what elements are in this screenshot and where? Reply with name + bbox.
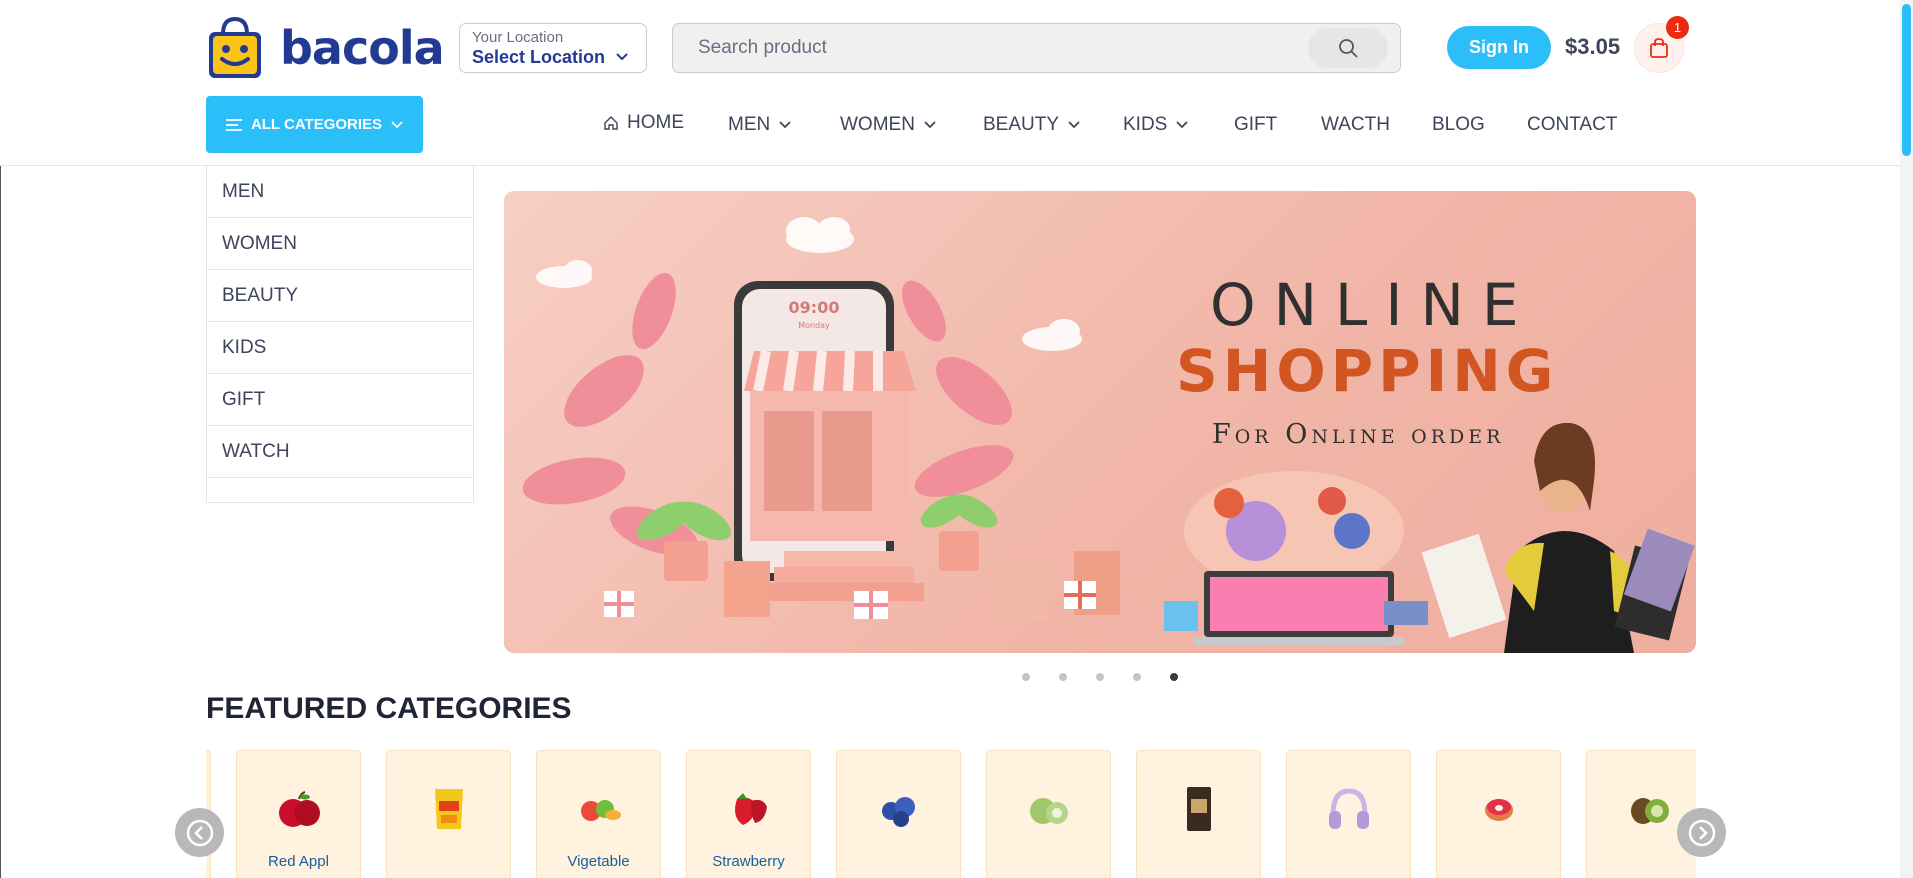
home-icon — [604, 116, 618, 130]
category-card[interactable] — [386, 750, 511, 878]
nav-label: BEAUTY — [983, 114, 1060, 135]
category-card[interactable] — [1286, 750, 1411, 878]
nav-label: GIFT — [1234, 114, 1278, 135]
category-card[interactable] — [1586, 750, 1696, 878]
vegetable-icon — [575, 785, 623, 833]
carousel-prev-button[interactable] — [175, 808, 224, 857]
category-card[interactable]: Red Appl — [236, 750, 361, 878]
category-card[interactable] — [986, 750, 1111, 878]
nav-label: WACTH — [1321, 114, 1390, 135]
search-icon — [1339, 39, 1358, 58]
category-item-gift[interactable]: GIFT — [207, 374, 473, 426]
category-card-label: Strawberry — [712, 853, 785, 870]
headphones-icon — [1325, 785, 1373, 833]
location-value-row: Select Location — [472, 46, 634, 68]
sign-in-button[interactable]: Sign In — [1447, 26, 1551, 69]
strawberry-icon — [725, 785, 773, 833]
banner-illustration: 09:00 Monday — [522, 217, 1695, 653]
hero-banner[interactable]: 09:00 Monday ONLINE SHOPPING For Online … — [504, 191, 1696, 653]
custard-apple-icon — [1025, 785, 1073, 833]
nav-item-blog[interactable]: BLOG — [1432, 114, 1485, 136]
chevron-down-icon — [1176, 121, 1188, 129]
category-card[interactable] — [1136, 750, 1261, 878]
category-card[interactable]: Vigetable — [536, 750, 661, 878]
chevron-down-icon — [616, 53, 628, 61]
nav-item-beauty[interactable]: BEAUTY — [983, 114, 1081, 136]
category-card[interactable]: Strawberry — [686, 750, 811, 878]
featured-categories-carousel: Red Appl Vigetable Strawberry — [206, 750, 1696, 878]
chevron-down-icon — [924, 121, 936, 129]
carousel-dot-1[interactable] — [1022, 673, 1030, 681]
category-menu: MEN WOMEN BEAUTY KIDS GIFT WATCH — [206, 166, 474, 503]
category-item-beauty[interactable]: BEAUTY — [207, 270, 473, 322]
nav-item-gift[interactable]: GIFT — [1234, 114, 1277, 136]
category-card-label: Vigetable — [567, 853, 630, 870]
site-header: bacola Your Location Select Location Sig… — [0, 0, 1900, 166]
nav-item-women[interactable]: WOMEN — [840, 114, 937, 136]
banner-headline-main: SHOPPING — [1176, 337, 1559, 405]
logo-text: bacola — [280, 21, 445, 75]
kiwi-icon — [1625, 785, 1673, 833]
nav-item-home[interactable]: HOME — [603, 112, 684, 134]
chevron-left-icon — [186, 819, 213, 846]
nav-item-kids[interactable]: KIDS — [1123, 114, 1189, 136]
page-scrollbar-thumb[interactable] — [1902, 4, 1911, 156]
carousel-dot-4[interactable] — [1133, 673, 1141, 681]
blueberry-icon — [875, 785, 923, 833]
carousel-dots — [1022, 673, 1178, 681]
chevron-down-icon — [1068, 121, 1080, 129]
menu-icon — [225, 118, 242, 131]
category-card[interactable] — [836, 750, 961, 878]
chevron-down-icon — [779, 121, 791, 129]
category-item-men[interactable]: MEN — [207, 166, 473, 218]
chips-bag-icon — [431, 785, 467, 833]
location-selector[interactable]: Your Location Select Location — [459, 23, 647, 73]
donut-icon — [1482, 785, 1516, 833]
coffee-bag-icon — [1184, 785, 1214, 833]
all-categories-button[interactable]: ALL CATEGORIES — [206, 96, 423, 153]
chevron-right-icon — [1688, 819, 1715, 846]
nav-label: KIDS — [1123, 114, 1168, 135]
cart-count-badge: 1 — [1666, 16, 1689, 39]
nav-item-men[interactable]: MEN — [728, 114, 792, 136]
banner-headline-top: ONLINE — [1210, 271, 1537, 339]
carousel-dot-2[interactable] — [1059, 673, 1067, 681]
phone-time-text: 09:00 — [789, 298, 840, 317]
shopping-bag-icon — [1650, 38, 1668, 58]
logo[interactable]: bacola — [206, 16, 445, 80]
cart-total: $3.05 — [1565, 34, 1621, 59]
all-categories-label: ALL CATEGORIES — [250, 116, 383, 133]
nav-item-contact[interactable]: CONTACT — [1527, 114, 1617, 136]
carousel-dot-3[interactable] — [1096, 673, 1104, 681]
search-input[interactable] — [673, 24, 1308, 72]
category-item-kids[interactable]: KIDS — [207, 322, 473, 374]
phone-day-text: Monday — [798, 321, 830, 330]
search-bar — [672, 23, 1401, 73]
search-button[interactable] — [1308, 28, 1388, 68]
category-card-label: Red Appl — [268, 853, 329, 870]
nav-label: HOME — [627, 112, 684, 133]
banner-subheadline: For Online order — [1212, 419, 1505, 450]
nav-label: WOMEN — [840, 114, 915, 135]
category-card[interactable] — [1436, 750, 1561, 878]
location-value: Select Location — [472, 47, 606, 67]
chevron-down-icon — [391, 120, 403, 128]
category-item-women[interactable]: WOMEN — [207, 218, 473, 270]
featured-categories-title: FEATURED CATEGORIES — [206, 692, 572, 725]
shopping-bag-logo-icon — [209, 16, 261, 78]
nav-label: CONTACT — [1527, 114, 1618, 135]
category-item-watch[interactable]: WATCH — [207, 426, 473, 478]
nav-item-watch[interactable]: WACTH — [1321, 114, 1390, 136]
nav-label: BLOG — [1432, 114, 1485, 135]
nav-label: MEN — [728, 114, 771, 135]
apple-icon — [275, 785, 323, 833]
carousel-next-button[interactable] — [1677, 808, 1726, 857]
location-label: Your Location — [472, 29, 564, 46]
carousel-dot-5[interactable] — [1170, 673, 1178, 681]
